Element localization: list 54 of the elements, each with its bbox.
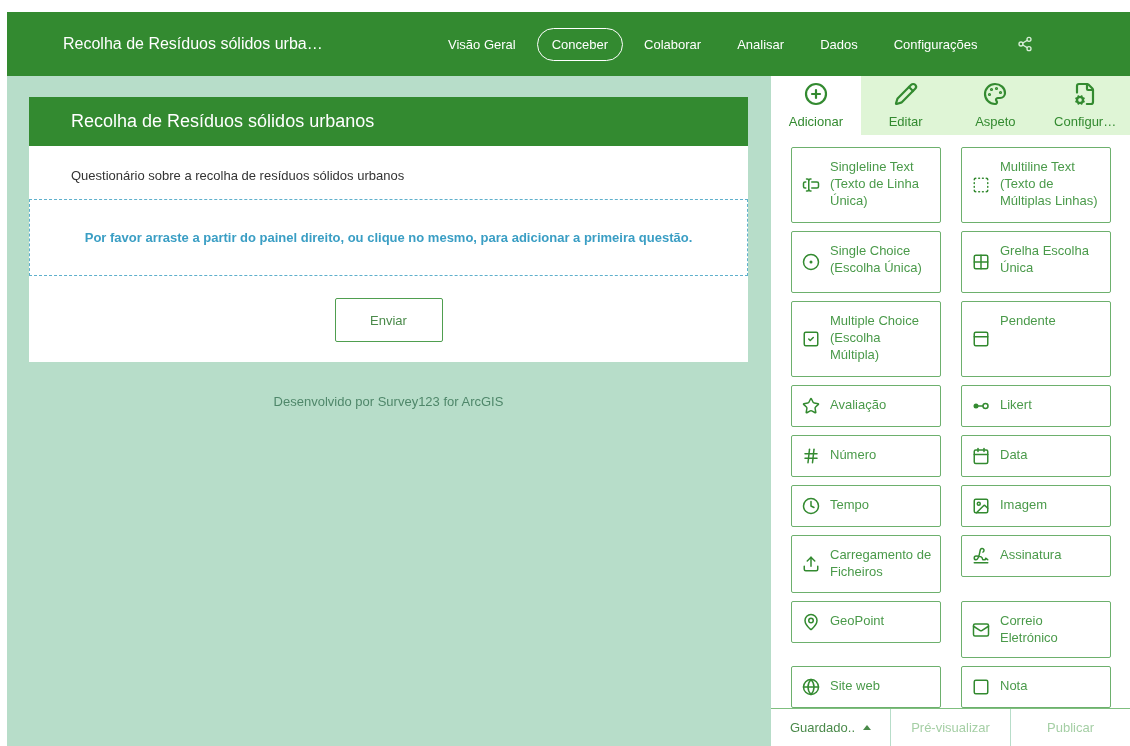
mail-icon xyxy=(972,620,990,639)
text-input-icon xyxy=(802,175,820,194)
form-title: Recolha de Resíduos sólidos urbanos xyxy=(29,97,748,146)
nav-tab[interactable]: Visão Geral xyxy=(433,27,531,61)
question-type-item[interactable]: Multiple Choice (Escolha Múltipla) xyxy=(791,300,941,377)
grid-icon xyxy=(972,252,990,271)
question-type-item[interactable]: Singleline Text (Texto de Linha Única) xyxy=(791,146,941,223)
caret-icon xyxy=(863,725,871,731)
question-type-item[interactable]: Assinatura xyxy=(961,534,1111,577)
calendar-icon xyxy=(972,446,990,465)
question-type-item[interactable]: Multiline Text (Texto de Múltiplas Linhas) xyxy=(961,146,1111,223)
clock-icon xyxy=(802,496,820,515)
drop-zone[interactable]: Por favor arraste a partir do painel direito, ou clique no mesmo, para adicionar a primeira questão. xyxy=(29,199,748,276)
question-type-item[interactable]: Imagem xyxy=(961,484,1111,527)
nav-tab[interactable]: Analisar xyxy=(722,27,800,61)
question-type-item[interactable]: Carregamento de Ficheiros xyxy=(791,534,941,593)
nav-tab[interactable]: Colaborar xyxy=(629,27,717,61)
upload-icon xyxy=(802,554,820,573)
share-icon[interactable] xyxy=(1016,36,1033,52)
question-type-item[interactable]: Nota xyxy=(961,666,1111,709)
question-type-item[interactable]: Site web xyxy=(791,666,941,709)
submit-button[interactable]: Enviar xyxy=(334,298,443,342)
panel-tab[interactable]: Configur… xyxy=(1040,76,1130,135)
panel-tab[interactable]: Aspeto xyxy=(950,76,1041,135)
globe-icon xyxy=(802,678,820,697)
number-icon xyxy=(802,446,820,465)
question-type-item[interactable]: GeoPoint xyxy=(791,600,941,643)
checkbox-icon xyxy=(802,329,820,348)
note-icon xyxy=(972,678,990,697)
panel-tab[interactable]: Editar xyxy=(860,76,951,135)
image-icon xyxy=(972,496,990,515)
form-description: Questionário sobre a recolha de resíduos sólidos urbanos xyxy=(70,167,406,185)
question-type-item[interactable]: Likert xyxy=(961,384,1111,427)
palette-icon xyxy=(983,81,1008,106)
nav-tab[interactable]: Dados xyxy=(805,27,873,61)
signature-icon xyxy=(972,546,990,565)
question-type-item[interactable]: Avaliação xyxy=(791,384,941,427)
pin-icon xyxy=(802,612,820,631)
question-type-item[interactable]: Número xyxy=(791,434,941,477)
dropdown-icon xyxy=(972,329,990,348)
question-type-item[interactable]: Correio Eletrónico xyxy=(961,600,1111,659)
star-icon xyxy=(802,396,820,415)
add-icon xyxy=(803,81,828,106)
powered-by-text: Desenvolvido por Survey123 for ArcGIS xyxy=(272,394,505,409)
question-type-item[interactable]: Pendente xyxy=(961,300,1111,377)
question-type-item[interactable]: Tempo xyxy=(791,484,941,527)
nav-tab[interactable]: Configurações xyxy=(878,27,993,61)
question-type-item[interactable]: Data xyxy=(961,434,1111,477)
radio-icon xyxy=(802,252,820,271)
pencil-icon xyxy=(893,81,918,106)
text-area-icon xyxy=(972,175,990,194)
question-type-item[interactable]: Single Choice (Escolha Única) xyxy=(791,230,941,293)
question-type-item[interactable]: Grelha Escolha Única xyxy=(961,230,1111,293)
survey-title: Recolha de Resíduos sólidos urba… xyxy=(63,35,324,53)
